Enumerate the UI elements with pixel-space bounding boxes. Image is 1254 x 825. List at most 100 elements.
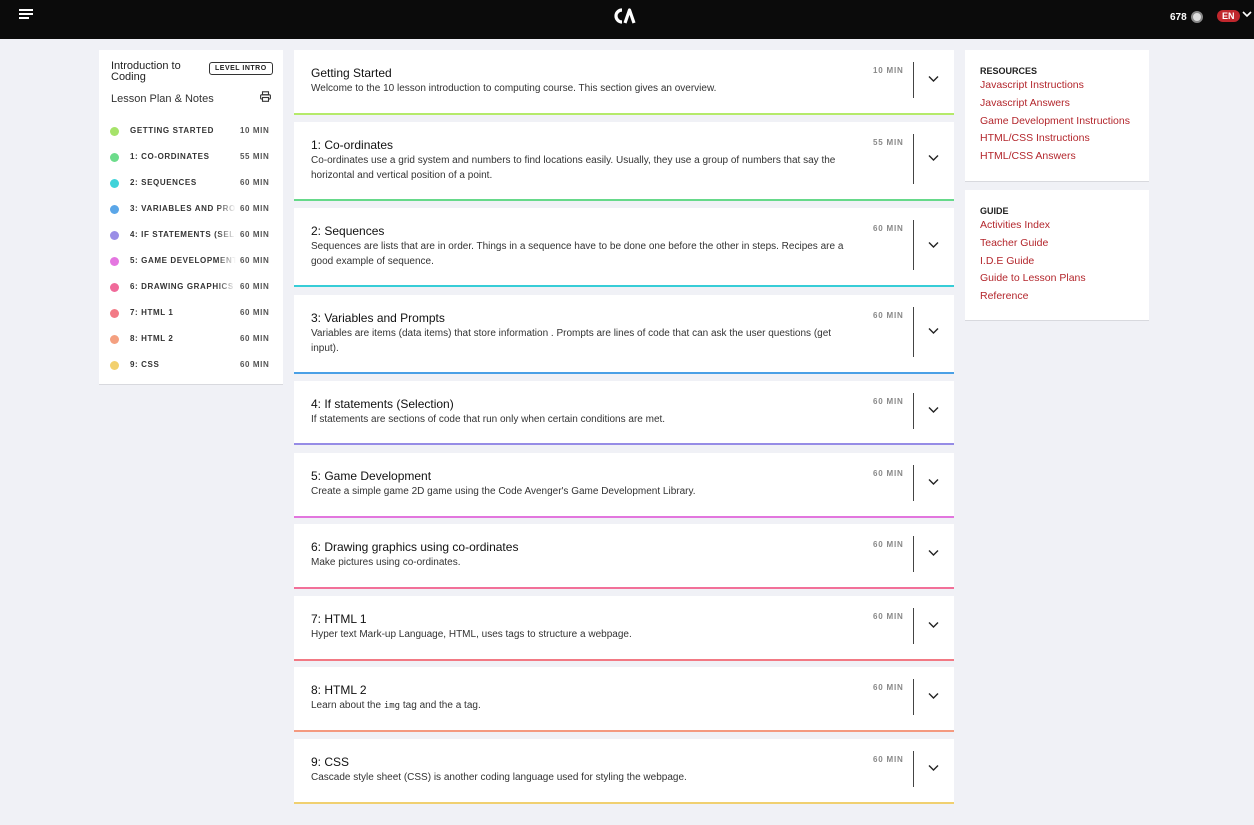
sidebar-item-html-1[interactable]: 7: HTML 1 60 MIN	[99, 301, 283, 327]
print-icon[interactable]	[260, 91, 271, 102]
guide-link[interactable]: Activities Index	[980, 219, 1086, 237]
lesson-color-bar	[294, 372, 954, 374]
guide-link[interactable]: I.D.E Guide	[980, 255, 1086, 273]
lesson-title: 8: HTML 2	[311, 683, 367, 697]
lesson-card-game-development[interactable]: 5: Game Development Create a simple game…	[294, 453, 954, 518]
resource-link[interactable]: Game Development Instructions	[980, 115, 1130, 133]
lesson-color-dot	[110, 205, 119, 214]
lesson-title: 3: Variables and Prompts	[311, 311, 445, 325]
lesson-color-bar	[294, 730, 954, 732]
guide-link[interactable]: Reference	[980, 290, 1086, 308]
coin-icon	[1190, 11, 1203, 23]
guide-heading: GUIDE	[980, 206, 1009, 216]
resource-link[interactable]: Javascript Answers	[980, 97, 1130, 115]
lesson-card-drawing-graphics[interactable]: 6: Drawing graphics using co-ordinates M…	[294, 524, 954, 589]
level-badge: LEVEL INTRO	[209, 62, 273, 75]
lesson-title: 1: Co-ordinates	[311, 138, 394, 152]
lesson-description: Cascade style sheet (CSS) is another cod…	[311, 772, 687, 783]
lesson-description: Welcome to the 10 lesson introduction to…	[311, 83, 717, 94]
lesson-duration: 10 MIN	[873, 66, 904, 75]
lesson-description: Sequences are lists that are in order. T…	[311, 241, 844, 267]
lesson-color-dot	[110, 283, 119, 292]
logo-icon[interactable]	[613, 7, 637, 25]
sidebar-item-duration: 60 MIN	[240, 230, 270, 239]
lesson-card-co-ordinates[interactable]: 1: Co-ordinates Co-ordinates use a grid …	[294, 122, 954, 201]
lesson-card-html-2[interactable]: 8: HTML 2 Learn about the img tag and th…	[294, 667, 954, 732]
sidebar-item-co-ordinates[interactable]: 1: CO-ORDINATES 55 MIN	[99, 145, 283, 171]
lesson-color-dot	[110, 231, 119, 240]
lesson-color-bar	[294, 199, 954, 201]
sidebar-item-label: GETTING STARTED	[130, 126, 214, 135]
lesson-color-dot	[110, 361, 119, 370]
card-divider	[913, 608, 914, 644]
lesson-duration: 60 MIN	[873, 755, 904, 764]
lesson-card-variables[interactable]: 3: Variables and Prompts Variables are i…	[294, 295, 954, 374]
lesson-description: Hyper text Mark-up Language, HTML, uses …	[311, 629, 632, 640]
resources-links: Javascript Instructions Javascript Answe…	[980, 79, 1130, 168]
top-bar: 678 EN	[0, 0, 1254, 39]
sidebar-item-drawing-graphics[interactable]: 6: DRAWING GRAPHICS USING CO-ORDINATES 6…	[99, 275, 283, 301]
sidebar-item-sequences[interactable]: 2: SEQUENCES 60 MIN	[99, 171, 283, 197]
resource-link[interactable]: Javascript Instructions	[980, 79, 1130, 97]
lesson-plan-link[interactable]: Lesson Plan & Notes	[111, 93, 214, 105]
lesson-duration: 60 MIN	[873, 540, 904, 549]
sidebar-item-if-statements[interactable]: 4: IF STATEMENTS (SELECTION) 60 MIN	[99, 223, 283, 249]
menu-icon[interactable]	[19, 9, 34, 21]
card-divider	[913, 220, 914, 270]
expand-chevron-icon[interactable]	[928, 75, 939, 83]
expand-chevron-icon[interactable]	[928, 406, 939, 414]
lesson-duration: 55 MIN	[873, 138, 904, 147]
expand-chevron-icon[interactable]	[928, 154, 939, 162]
lesson-card-css[interactable]: 9: CSS Cascade style sheet (CSS) is anot…	[294, 739, 954, 804]
course-title: Introduction to Coding	[111, 60, 181, 83]
language-selector[interactable]: EN	[1217, 10, 1240, 22]
expand-chevron-icon[interactable]	[928, 764, 939, 772]
lesson-color-bar	[294, 802, 954, 804]
lesson-description: Make pictures using co-ordinates.	[311, 557, 461, 568]
lesson-duration: 60 MIN	[873, 469, 904, 478]
lesson-card-getting-started[interactable]: Getting Started Welcome to the 10 lesson…	[294, 50, 954, 115]
sidebar-item-html-2[interactable]: 8: HTML 2 60 MIN	[99, 327, 283, 353]
lesson-title: 7: HTML 1	[311, 612, 367, 626]
guide-link[interactable]: Teacher Guide	[980, 237, 1086, 255]
inline-code: img	[383, 701, 401, 711]
card-divider	[913, 465, 914, 501]
card-divider	[913, 751, 914, 787]
expand-chevron-icon[interactable]	[928, 549, 939, 557]
sidebar-item-duration: 60 MIN	[240, 204, 270, 213]
lesson-color-bar	[294, 113, 954, 115]
resource-link[interactable]: HTML/CSS Answers	[980, 150, 1130, 168]
sidebar-item-getting-started[interactable]: GETTING STARTED 10 MIN	[99, 119, 283, 145]
lesson-description: Variables are items (data items) that st…	[311, 328, 832, 354]
lesson-card-sequences[interactable]: 2: Sequences Sequences are lists that ar…	[294, 208, 954, 287]
lesson-description: If statements are sections of code that …	[311, 414, 666, 425]
lesson-card-if-statements[interactable]: 4: If statements (Selection) If statemen…	[294, 381, 954, 445]
lesson-title: 2: Sequences	[311, 224, 385, 238]
sidebar-item-duration: 60 MIN	[240, 308, 270, 317]
lesson-duration: 60 MIN	[873, 224, 904, 233]
lesson-title: 6: Drawing graphics using co-ordinates	[311, 540, 519, 554]
expand-chevron-icon[interactable]	[928, 478, 939, 486]
lesson-card-html-1[interactable]: 7: HTML 1 Hyper text Mark-up Language, H…	[294, 596, 954, 661]
lesson-description: Co-ordinates use a grid system and numbe…	[311, 155, 836, 181]
chevron-down-icon[interactable]	[1242, 9, 1252, 19]
sidebar-item-label: 7: HTML 1	[130, 308, 174, 317]
sidebar-item-duration: 55 MIN	[240, 152, 270, 161]
coin-counter[interactable]: 678	[1170, 11, 1203, 23]
guide-link[interactable]: Guide to Lesson Plans	[980, 272, 1086, 290]
resource-link[interactable]: HTML/CSS Instructions	[980, 132, 1130, 150]
lesson-color-dot	[110, 309, 119, 318]
sidebar-item-duration: 60 MIN	[240, 178, 270, 187]
sidebar-item-css[interactable]: 9: CSS 60 MIN	[99, 353, 283, 379]
lesson-duration: 60 MIN	[873, 612, 904, 621]
sidebar-item-game-development[interactable]: 5: GAME DEVELOPMENT 60 MIN	[99, 249, 283, 275]
expand-chevron-icon[interactable]	[928, 692, 939, 700]
expand-chevron-icon[interactable]	[928, 241, 939, 249]
sidebar-item-variables[interactable]: 3: VARIABLES AND PROMPTS 60 MIN	[99, 197, 283, 223]
sidebar-item-duration: 60 MIN	[240, 334, 270, 343]
sidebar-item-label: 2: SEQUENCES	[130, 178, 197, 187]
expand-chevron-icon[interactable]	[928, 621, 939, 629]
lesson-title: 5: Game Development	[311, 469, 432, 483]
card-divider	[913, 62, 914, 98]
expand-chevron-icon[interactable]	[928, 327, 939, 335]
